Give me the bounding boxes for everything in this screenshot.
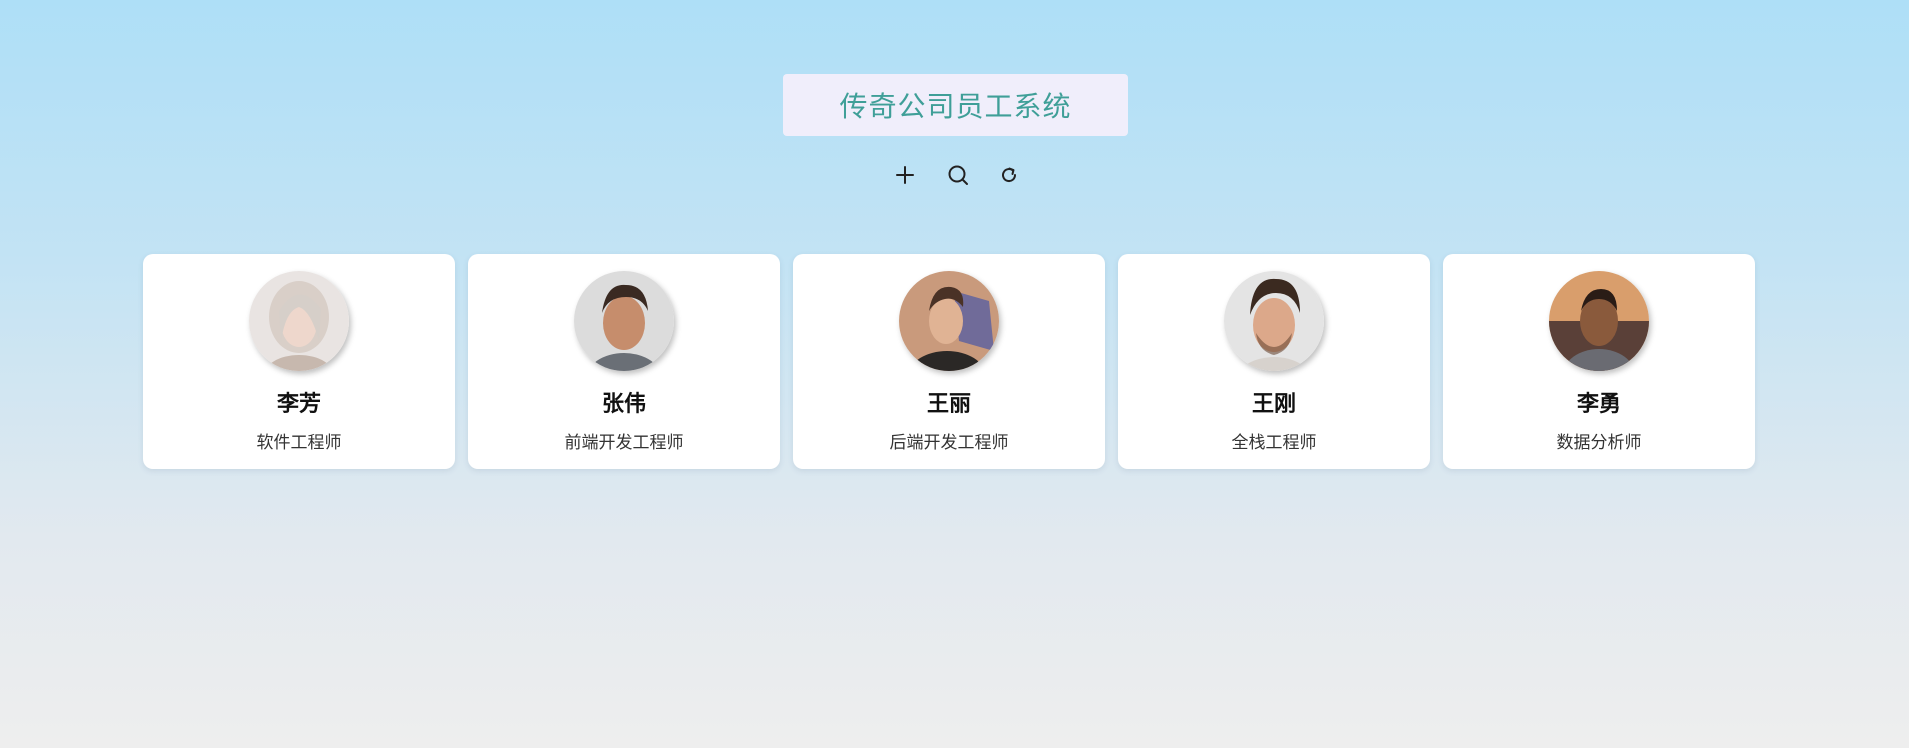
avatar: [899, 271, 999, 371]
employee-card[interactable]: 王刚 全栈工程师: [1118, 254, 1430, 469]
add-button[interactable]: [890, 160, 920, 190]
search-button[interactable]: [943, 160, 973, 190]
employee-name: 张伟: [601, 392, 646, 417]
employee-card-list: 李芳 软件工程师 张伟 前端开发工程师 王丽 后端开发工程师 王刚 全栈工程师 …: [143, 254, 1755, 469]
employee-name: 王丽: [926, 392, 971, 417]
employee-card[interactable]: 张伟 前端开发工程师: [468, 254, 780, 469]
employee-card[interactable]: 李勇 数据分析师: [1443, 254, 1755, 469]
toolbar: [0, 160, 1909, 190]
employee-role: 数据分析师: [1556, 433, 1642, 453]
employee-role: 软件工程师: [256, 433, 342, 453]
avatar: [249, 271, 349, 371]
employee-card[interactable]: 李芳 软件工程师: [143, 254, 455, 469]
page-title: 传奇公司员工系统: [839, 90, 1072, 123]
search-icon: [948, 165, 968, 185]
avatar: [1224, 271, 1324, 371]
avatar: [574, 271, 674, 371]
employee-role: 前端开发工程师: [564, 433, 684, 453]
employee-name: 王刚: [1251, 392, 1296, 417]
employee-name: 李勇: [1576, 392, 1621, 417]
plus-icon: [896, 166, 914, 184]
page-title-box: 传奇公司员工系统: [783, 74, 1128, 136]
employee-card[interactable]: 王丽 后端开发工程师: [793, 254, 1105, 469]
refresh-icon: [1002, 167, 1017, 183]
employee-role: 全栈工程师: [1231, 433, 1317, 453]
employee-name: 李芳: [276, 392, 321, 417]
employee-role: 后端开发工程师: [889, 433, 1009, 453]
avatar: [1549, 271, 1649, 371]
refresh-button[interactable]: [994, 160, 1024, 190]
